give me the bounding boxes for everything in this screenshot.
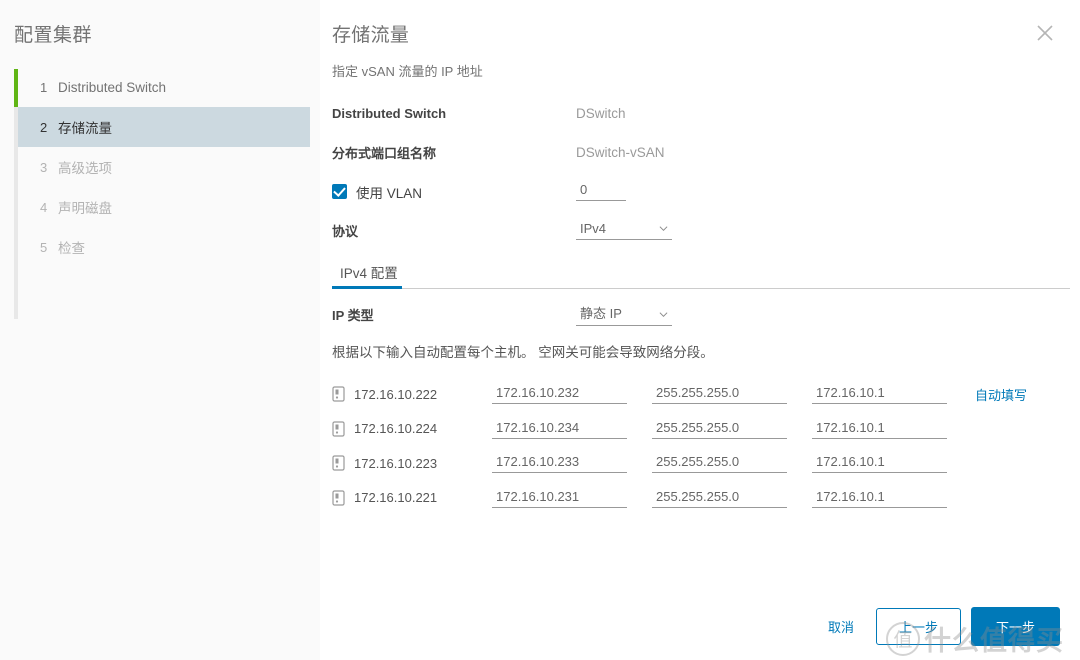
autoconfig-hint: 根据以下输入自动配置每个主机。 空网关可能会导致网络分段。 (332, 345, 714, 360)
page-title: 存储流量 (332, 25, 410, 46)
portgroup-name-label: 分布式端口组名称 (332, 146, 437, 161)
gateway-input[interactable] (812, 385, 947, 405)
step-3-number: 3 (40, 159, 48, 175)
gateway-cell (812, 419, 967, 439)
host-icon (332, 490, 345, 506)
ip-type-select-value: 静态 IP (580, 305, 622, 321)
tab-ipv4-config[interactable]: IPv4 配置 (332, 262, 406, 289)
mask-cell (652, 488, 812, 508)
table-row: 172.16.10.223 (332, 446, 1060, 481)
vlan-id-input[interactable] (576, 182, 626, 201)
step-1-label: Distributed Switch (58, 79, 167, 95)
gateway-cell (812, 488, 967, 508)
sidebar-step-2[interactable]: 2 存储流量 (18, 107, 310, 147)
ip-address-input[interactable] (492, 385, 627, 405)
gateway-input[interactable] (812, 454, 947, 474)
host-cell: 172.16.10.221 (332, 490, 492, 506)
ip-address-input[interactable] (492, 419, 627, 439)
step-5-label: 检查 (58, 241, 85, 256)
step-5-number: 5 (40, 239, 48, 255)
step-4-label: 声明磁盘 (58, 201, 112, 216)
chevron-down-icon (659, 224, 668, 233)
next-button[interactable]: 下一步 (970, 607, 1060, 646)
step-1-number: 1 (40, 79, 48, 95)
distributed-switch-label: Distributed Switch (332, 106, 447, 121)
portgroup-name-value: DSwitch-vSAN (576, 145, 665, 160)
table-row: 172.16.10.224 (332, 412, 1060, 447)
protocol-select-value: IPv4 (580, 221, 607, 236)
subnet-mask-input[interactable] (652, 454, 787, 474)
step-2-label: 存储流量 (58, 121, 112, 136)
protocol-select[interactable]: IPv4 (576, 221, 672, 240)
protocol-label: 协议 (332, 224, 359, 239)
mask-cell (652, 419, 812, 439)
use-vlan-label: 使用 VLAN (356, 185, 423, 201)
page-subtitle: 指定 vSAN 流量的 IP 地址 (332, 64, 483, 79)
host-cell: 172.16.10.224 (332, 421, 492, 437)
ip-address-input[interactable] (492, 454, 627, 474)
host-cell: 172.16.10.222 (332, 386, 492, 402)
ip-type-select[interactable]: 静态 IP (576, 303, 672, 326)
row-ip-type: IP 类型 静态 IP (332, 293, 1060, 335)
ip-cell (492, 488, 652, 508)
ipv4-tabs: IPv4 配置 (332, 262, 1070, 289)
ip-cell (492, 384, 652, 405)
ip-cell (492, 419, 652, 439)
row-distributed-switch: Distributed Switch DSwitch (332, 94, 1060, 133)
back-button[interactable]: 上一步 (875, 608, 961, 645)
mask-cell (652, 384, 812, 405)
gateway-cell (812, 384, 967, 405)
subnet-mask-input[interactable] (652, 419, 787, 439)
step-2-number: 2 (40, 119, 48, 135)
gateway-input[interactable] (812, 488, 947, 508)
row-portgroup-name: 分布式端口组名称 DSwitch-vSAN (332, 133, 1060, 172)
ip-type-label: IP 类型 (332, 307, 374, 323)
subnet-mask-input[interactable] (652, 385, 787, 405)
sidebar-step-3[interactable]: 3 高级选项 (18, 147, 320, 187)
sidebar-step-4[interactable]: 4 声明磁盘 (18, 187, 320, 227)
wizard-sidebar: 配置集群 1 Distributed Switch 2 存储流量 3 高级选项 … (0, 0, 320, 660)
step-3-label: 高级选项 (58, 161, 112, 176)
step-rail-completed (14, 69, 18, 107)
storage-traffic-form: Distributed Switch DSwitch 分布式端口组名称 DSwi… (330, 94, 1070, 515)
wizard-main-panel: 存储流量 指定 vSAN 流量的 IP 地址 Distributed Switc… (320, 0, 1080, 660)
close-icon[interactable] (1034, 22, 1056, 44)
distributed-switch-value: DSwitch (576, 106, 626, 121)
host-icon (332, 421, 345, 437)
wizard-title: 配置集群 (14, 25, 93, 46)
host-address: 172.16.10.223 (354, 455, 438, 471)
chevron-down-icon (659, 310, 668, 319)
row-protocol: 协议 IPv4 (332, 211, 1060, 250)
table-row: 172.16.10.221 (332, 481, 1060, 516)
host-ip-table: 172.16.10.222 自动填写 (332, 377, 1060, 515)
step-4-number: 4 (40, 199, 48, 215)
autofill-link[interactable]: 自动填写 (975, 385, 1027, 404)
gateway-input[interactable] (812, 419, 947, 439)
sidebar-step-1[interactable]: 1 Distributed Switch (18, 67, 320, 107)
host-address: 172.16.10.224 (354, 421, 438, 437)
wizard-steps: 1 Distributed Switch 2 存储流量 3 高级选项 4 声明磁… (0, 67, 320, 319)
gateway-cell (812, 453, 967, 474)
use-vlan-checkbox[interactable] (332, 184, 347, 199)
tab-active-indicator (332, 286, 402, 289)
cluster-config-wizard: 配置集群 1 Distributed Switch 2 存储流量 3 高级选项 … (0, 0, 1080, 660)
subnet-mask-input[interactable] (652, 488, 787, 508)
host-icon (332, 386, 345, 402)
host-address: 172.16.10.222 (354, 386, 438, 402)
host-icon (332, 455, 345, 471)
wizard-footer: 取消 上一步 下一步 (816, 607, 1060, 646)
ip-address-input[interactable] (492, 488, 627, 508)
table-row: 172.16.10.222 自动填写 (332, 377, 1060, 412)
ip-cell (492, 453, 652, 474)
cancel-button[interactable]: 取消 (816, 611, 866, 642)
use-vlan-checkbox-wrap[interactable]: 使用 VLAN (332, 182, 576, 202)
row-use-vlan: 使用 VLAN (332, 172, 1060, 211)
tab-underline-track (332, 288, 1070, 289)
mask-cell (652, 453, 812, 474)
host-cell: 172.16.10.223 (332, 455, 492, 471)
host-address: 172.16.10.221 (354, 490, 438, 506)
sidebar-step-5[interactable]: 5 检查 (18, 227, 320, 267)
